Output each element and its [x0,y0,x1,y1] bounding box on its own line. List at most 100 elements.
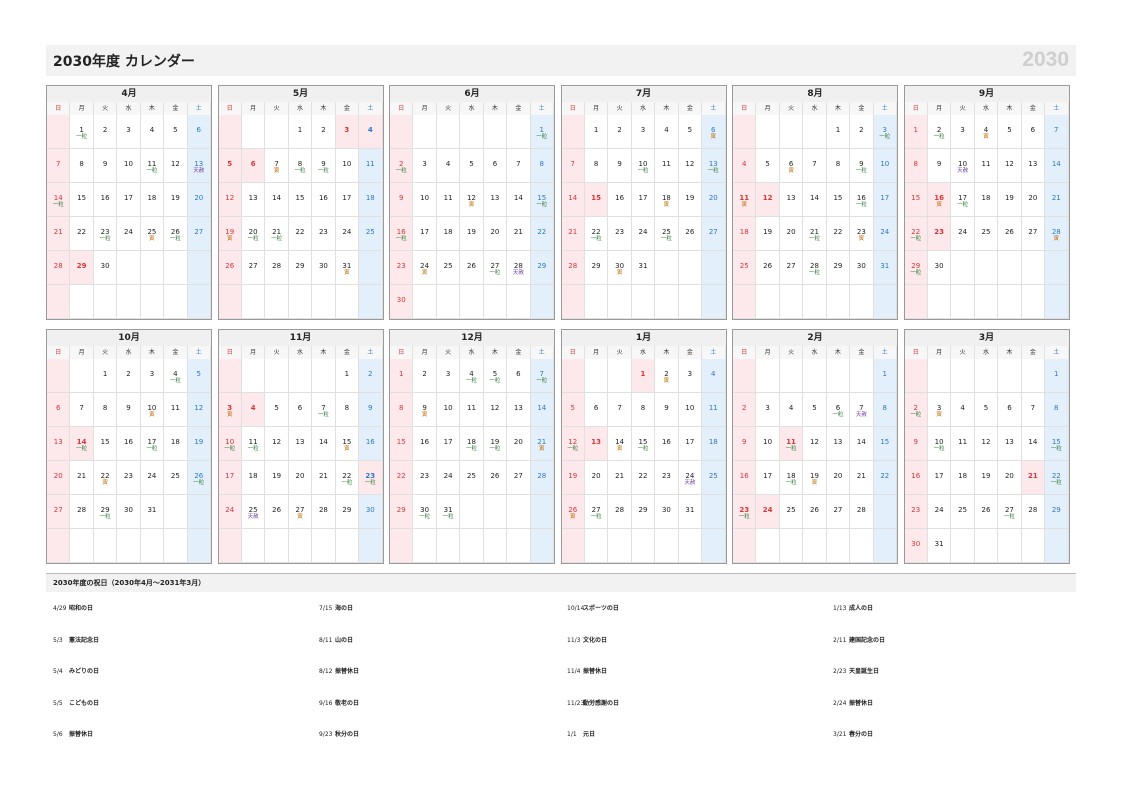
day-number: 25 [443,262,453,270]
weekday-header: 日 [47,346,71,359]
day-cell: 26 [265,495,289,529]
day-tag: 一粒 [660,236,672,242]
holiday-item: 2/11 建国記念の日 [833,635,885,644]
day-number: 23 [934,228,944,236]
day-cell: 9 [117,393,141,427]
day-number: 15 [1051,438,1061,446]
day-number: 1 [102,370,108,378]
holiday-date: 2/24 [833,699,847,707]
day-cell [70,359,94,393]
month-title: 1月 [561,330,726,346]
day-number: 27 [1028,228,1038,236]
day-cell: 7 一粒 [312,393,336,427]
day-number: 6 [835,404,841,412]
day-cell [164,495,188,529]
day-cell [733,359,757,393]
day-tag: 寅 [539,446,545,452]
month-title: 5月 [218,86,383,102]
day-cell: 8 [1045,393,1069,427]
holiday-item: 9/23 秋分の日 [319,729,359,738]
day-number: 6 [55,404,61,412]
day-number: 26 [225,262,235,270]
holiday-name: 振替休日 [583,668,608,675]
day-number: 14 [53,194,63,202]
day-number: 22 [396,472,406,480]
day-number: 8 [640,404,646,412]
day-number: 13 [490,194,500,202]
day-number: 14 [76,438,87,446]
day-cell: 2 [117,359,141,393]
weekday-header: 火 [265,102,289,115]
day-number: 12 [170,160,180,168]
holiday-name: みどりの日 [69,668,100,675]
day-number: 1 [79,126,84,134]
day-number: 28 [1028,506,1038,514]
weekday-header: 木 [483,102,508,115]
day-cell: 14 [265,183,289,217]
day-number: 6 [492,160,498,168]
day-tag: 一粒 [341,480,353,486]
day-number: 23 [615,228,625,236]
day-number: 3 [422,160,427,168]
day-number: 18 [981,194,991,202]
day-cell: 24 [436,461,461,495]
weekday-header: 金 [678,102,703,115]
holiday-date: 9/23 [319,731,333,738]
day-cell [1021,359,1046,393]
day-cell: 23 [312,217,336,251]
day-cell: 12 [483,393,508,427]
day-number: 29 [537,262,547,270]
day-cell: 24 天赦 [678,461,703,495]
day-number: 9 [741,438,747,446]
day-number: 27 [248,262,258,270]
weekday-header: 土 [530,346,554,359]
day-cell: 9 [904,427,928,461]
day-tag: 一粒 [536,378,548,384]
day-cell: 24 [218,495,242,529]
day-number: 9 [126,404,131,412]
day-cell [187,285,211,319]
weekday-header: 水 [803,102,827,115]
day-number: 7 [55,160,61,168]
day-tag: 寅 [149,236,155,242]
day-number: 7 [617,404,622,412]
holiday-list-title: 2030年度の祝日（2030年4月～2031年3月） [53,579,206,587]
day-cell [460,285,484,319]
day-number: 27 [708,228,718,236]
day-cell [460,495,484,529]
day-cell [530,495,554,529]
holiday-date: 4/29 [53,605,67,612]
day-tag: 一粒 [1050,480,1062,486]
day-cell: 10 [335,149,360,183]
day-tag: 寅 [102,480,108,486]
day-number: 20 [591,472,601,480]
day-cell [530,529,554,563]
day-number: 5 [570,404,575,412]
day-cell: 23 [608,217,632,251]
day-number: 18 [708,438,718,446]
day-number: 4 [173,370,178,378]
day-cell: 17 [117,183,141,217]
day-cell: 29 一粒 [93,495,118,529]
day-cell: 7 [70,393,94,427]
day-tag: 一粒 [76,446,88,452]
day-cell: 10 一粒 [927,427,952,461]
day-cell: 17 [631,183,656,217]
day-number: 5 [227,160,233,168]
day-number: 3 [960,126,965,134]
day-cell [164,529,188,563]
day-number: 6 [196,126,202,134]
day-number: 15 [591,194,601,202]
day-number: 19 [1004,194,1014,202]
day-number: 27 [1004,506,1014,514]
day-number: 29 [100,506,110,514]
day-number: 20 [490,228,500,236]
day-cell [265,359,289,393]
day-cell: 7寅 [265,149,289,183]
day-cell: 17 一粒 [951,183,975,217]
day-cell: 5 [265,393,289,427]
day-number: 13 [295,438,305,446]
day-number: 20 [513,438,523,446]
day-cell [779,359,804,393]
day-cell [974,359,999,393]
